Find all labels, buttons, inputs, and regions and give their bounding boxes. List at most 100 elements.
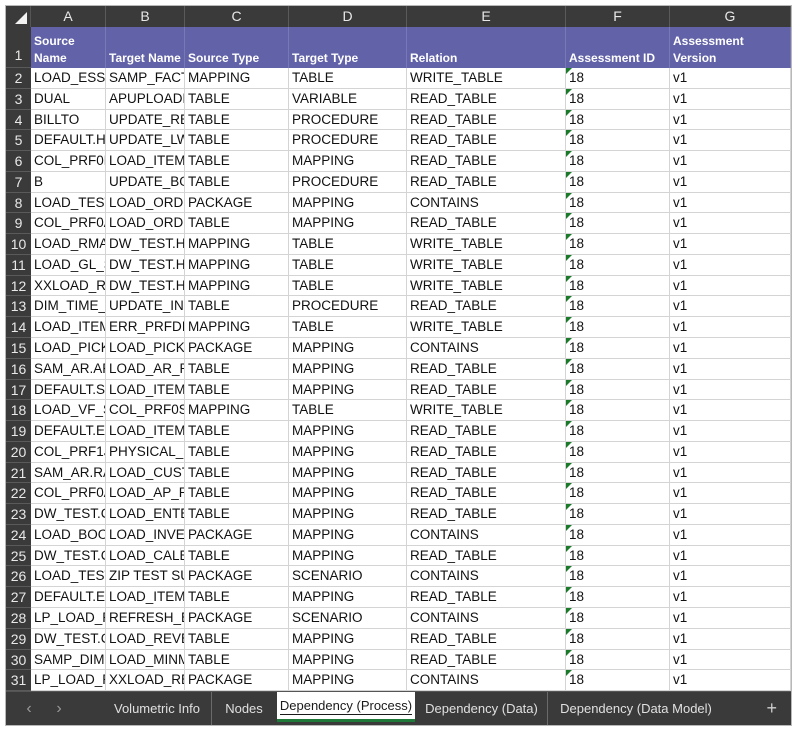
table-cell[interactable]: MAPPING xyxy=(289,483,407,505)
table-cell[interactable]: MAPPING xyxy=(289,628,407,650)
table-cell[interactable]: DEFAULT.EI xyxy=(31,421,106,442)
table-cell[interactable]: DW_TEST.H’ xyxy=(106,254,185,276)
header-cell[interactable]: Target Type xyxy=(289,27,407,68)
table-cell[interactable]: XXLOAD_RE xyxy=(31,275,106,297)
table-cell[interactable]: LP_LOAD_R xyxy=(31,670,106,692)
table-cell[interactable]: READ_TABLE xyxy=(407,462,566,484)
table-cell[interactable]: READ_TABLE xyxy=(407,88,566,110)
table-cell[interactable]: VARIABLE xyxy=(289,88,407,110)
table-cell[interactable]: v1 xyxy=(670,296,791,318)
table-cell[interactable]: v1 xyxy=(670,338,791,359)
table-cell[interactable]: LOAD_PICK xyxy=(31,338,106,359)
table-cell[interactable]: UPDATE_BO xyxy=(106,171,185,193)
table-cell[interactable]: PACKAGE xyxy=(185,670,289,692)
row-header[interactable]: 27 xyxy=(6,587,31,609)
table-cell[interactable]: SAM_AR.AR_ xyxy=(31,358,106,380)
table-cell[interactable]: READ_TABLE xyxy=(407,171,566,193)
table-cell[interactable]: WRITE_TABLE xyxy=(407,317,566,338)
table-cell[interactable]: UPDATE_LW xyxy=(106,130,185,152)
table-cell[interactable]: 18 xyxy=(566,670,670,692)
table-cell[interactable]: CONTAINS xyxy=(407,192,566,214)
table-cell[interactable]: PROCEDURE xyxy=(289,171,407,193)
table-cell[interactable]: 18 xyxy=(566,608,670,629)
row-header[interactable]: 19 xyxy=(6,421,31,442)
table-cell[interactable]: UPDATE_IN’ xyxy=(106,296,185,318)
row-header[interactable]: 10 xyxy=(6,234,31,255)
header-cell[interactable]: Assessment Version xyxy=(670,27,791,68)
row-header[interactable]: 7 xyxy=(6,171,31,193)
table-cell[interactable]: CONTAINS xyxy=(407,670,566,692)
table-cell[interactable]: v1 xyxy=(670,317,791,338)
table-cell[interactable]: v1 xyxy=(670,379,791,401)
row-header[interactable]: 5 xyxy=(6,130,31,152)
table-cell[interactable]: WRITE_TABLE xyxy=(407,400,566,422)
table-cell[interactable]: TABLE xyxy=(185,88,289,110)
table-cell[interactable]: COL_PRF0A xyxy=(31,483,106,505)
table-cell[interactable]: v1 xyxy=(670,483,791,505)
table-cell[interactable]: READ_TABLE xyxy=(407,379,566,401)
table-cell[interactable]: v1 xyxy=(670,400,791,422)
table-cell[interactable]: TABLE xyxy=(185,171,289,193)
row-header[interactable]: 16 xyxy=(6,358,31,380)
table-cell[interactable]: 18 xyxy=(566,441,670,463)
table-cell[interactable]: 18 xyxy=(566,68,670,89)
table-cell[interactable]: PACKAGE xyxy=(185,524,289,546)
table-cell[interactable]: MAPPING xyxy=(289,213,407,235)
table-cell[interactable]: 18 xyxy=(566,317,670,338)
table-cell[interactable]: PACKAGE xyxy=(185,566,289,588)
table-cell[interactable]: CONTAINS xyxy=(407,566,566,588)
table-cell[interactable]: MAPPING xyxy=(185,275,289,297)
table-cell[interactable]: READ_TABLE xyxy=(407,504,566,525)
row-header[interactable]: 11 xyxy=(6,254,31,276)
table-cell[interactable]: 18 xyxy=(566,234,670,255)
table-cell[interactable]: v1 xyxy=(670,109,791,131)
table-cell[interactable]: TABLE xyxy=(185,358,289,380)
table-cell[interactable]: READ_TABLE xyxy=(407,483,566,505)
table-cell[interactable]: 18 xyxy=(566,566,670,588)
column-header-f[interactable]: F xyxy=(566,6,670,27)
table-cell[interactable]: 18 xyxy=(566,213,670,235)
table-cell[interactable]: 18 xyxy=(566,275,670,297)
table-cell[interactable]: TABLE xyxy=(185,296,289,318)
select-all-button[interactable] xyxy=(6,6,31,27)
table-cell[interactable]: TABLE xyxy=(289,254,407,276)
table-cell[interactable]: SAM_AR.RA_ xyxy=(31,462,106,484)
table-cell[interactable]: READ_TABLE xyxy=(407,213,566,235)
table-cell[interactable]: MAPPING xyxy=(185,234,289,255)
table-cell[interactable]: APUPLOADE xyxy=(106,88,185,110)
table-cell[interactable]: READ_TABLE xyxy=(407,587,566,609)
table-cell[interactable]: 18 xyxy=(566,151,670,172)
row-header[interactable]: 12 xyxy=(6,275,31,297)
table-cell[interactable]: SCENARIO xyxy=(289,566,407,588)
row-header[interactable]: 17 xyxy=(6,379,31,401)
row-header[interactable]: 26 xyxy=(6,566,31,588)
table-cell[interactable]: WRITE_TABLE xyxy=(407,254,566,276)
row-header[interactable]: 29 xyxy=(6,628,31,650)
table-cell[interactable]: v1 xyxy=(670,566,791,588)
row-header[interactable]: 14 xyxy=(6,317,31,338)
table-cell[interactable]: v1 xyxy=(670,234,791,255)
table-cell[interactable]: BILLTO xyxy=(31,109,106,131)
table-cell[interactable]: LOAD_GL_S xyxy=(31,254,106,276)
table-cell[interactable]: UPDATE_RE’ xyxy=(106,109,185,131)
table-cell[interactable]: LOAD_ITEMS xyxy=(31,317,106,338)
table-cell[interactable]: ZIP TEST SUI xyxy=(106,566,185,588)
next-sheet-icon[interactable]: › xyxy=(49,692,69,725)
table-cell[interactable]: READ_TABLE xyxy=(407,649,566,671)
table-cell[interactable]: TABLE xyxy=(185,213,289,235)
row-header[interactable]: 1 xyxy=(6,27,31,68)
table-cell[interactable]: LOAD_AR_P/ xyxy=(106,358,185,380)
table-cell[interactable]: XXLOAD_RE xyxy=(106,670,185,692)
column-header-a[interactable]: A xyxy=(31,6,106,27)
table-cell[interactable]: B xyxy=(31,171,106,193)
table-cell[interactable]: TABLE xyxy=(289,234,407,255)
table-cell[interactable]: DEFAULT.H’ xyxy=(31,130,106,152)
table-cell[interactable]: TABLE xyxy=(185,421,289,442)
table-cell[interactable]: READ_TABLE xyxy=(407,130,566,152)
table-cell[interactable]: MAPPING xyxy=(289,338,407,359)
table-cell[interactable]: DW_TEST.C xyxy=(31,545,106,567)
table-cell[interactable]: TABLE xyxy=(185,504,289,525)
table-cell[interactable]: ERR_PRFDIM xyxy=(106,317,185,338)
table-cell[interactable]: SCENARIO xyxy=(289,608,407,629)
table-cell[interactable]: TABLE xyxy=(185,109,289,131)
